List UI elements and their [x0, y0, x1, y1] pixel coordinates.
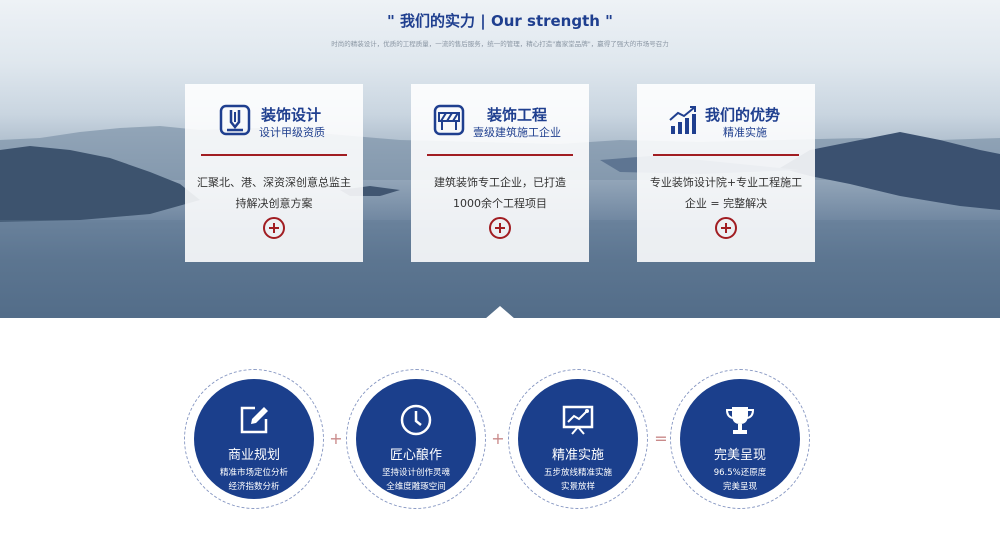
- step-title: 精准实施: [551, 448, 604, 463]
- card-header: 我们的优势 精准实施: [637, 104, 815, 144]
- step-title: 完美呈现: [713, 448, 766, 463]
- plus-circle-icon[interactable]: [489, 217, 511, 239]
- step-circle: 精准实施 五步放线精准实施 实景放样: [518, 379, 638, 499]
- card-text-line: 持解决创意方案: [235, 197, 313, 210]
- step-circle: 商业规划 精准市场定位分析 经济指数分析: [194, 379, 314, 499]
- step-line: 全维度雕琢空间: [386, 482, 446, 492]
- step-line: 完美呈现: [722, 482, 757, 492]
- step-craftsmanship[interactable]: 匠心酿作 坚持设计创作灵魂 全维度雕琢空间: [346, 369, 486, 509]
- equals-operator: =: [654, 429, 668, 448]
- bar-chart-trend-icon: [669, 106, 696, 134]
- engineering-card[interactable]: 装饰工程 壹级建筑施工企业 建筑装饰专工企业，已打造 1000余个工程项目: [411, 84, 589, 262]
- section-subtitle: 时尚的精装设计，优质的工程质量，一流的售后服务，统一的管理，精心打造"嘉家堂品牌…: [331, 40, 669, 48]
- plus-operator: +: [491, 429, 505, 448]
- hero-banner: " 我们的实力 | Our strength " 时尚的精装设计，优质的工程质量…: [0, 0, 1000, 318]
- step-line: 坚持设计创作灵魂: [381, 468, 450, 478]
- card-text-line: 建筑装饰专工企业，已打造: [434, 176, 566, 189]
- step-circle: 完美呈现 96.5%还原度 完美呈现: [680, 379, 800, 499]
- step-circle: 匠心酿作 坚持设计创作灵魂 全维度雕琢空间: [356, 379, 476, 499]
- advantage-card[interactable]: 我们的优势 精准实施 专业装饰设计院+专业工程施工 企业 = 完整解决: [637, 84, 815, 262]
- step-precise-implementation[interactable]: 精准实施 五步放线精准实施 实景放样: [508, 369, 648, 509]
- plus-operator: +: [329, 429, 343, 448]
- card-title: 装饰工程: [487, 106, 548, 124]
- card-header: 装饰工程 壹级建筑施工企业: [411, 104, 589, 144]
- step-line: 经济指数分析: [228, 482, 280, 492]
- pencil-download-icon: [219, 104, 251, 136]
- card-header: 装饰设计 设计甲级资质: [185, 104, 363, 144]
- step-title: 商业规划: [227, 448, 280, 463]
- card-text-line: 专业装饰设计院+专业工程施工: [649, 176, 803, 189]
- plus-circle-icon[interactable]: [263, 217, 285, 239]
- step-title: 匠心酿作: [389, 448, 442, 463]
- clock-icon: [400, 404, 432, 436]
- edit-icon: [240, 406, 268, 434]
- plus-circle-icon[interactable]: [715, 217, 737, 239]
- step-line: 实景放样: [560, 482, 595, 492]
- card-title: 我们的优势: [705, 106, 781, 124]
- step-perfect-presentation[interactable]: 完美呈现 96.5%还原度 完美呈现: [670, 369, 810, 509]
- construction-barrier-icon: [433, 104, 465, 136]
- divider: [201, 154, 347, 156]
- card-text-line: 企业 = 完整解决: [684, 197, 768, 210]
- card-title: 装饰设计: [261, 106, 322, 124]
- card-subtitle: 精准实施: [723, 126, 767, 139]
- step-line: 精准市场定位分析: [219, 468, 288, 478]
- card-text-line: 1000余个工程项目: [453, 197, 547, 210]
- step-line: 96.5%还原度: [713, 468, 767, 478]
- trophy-icon: [725, 407, 755, 434]
- divider: [653, 154, 799, 156]
- presentation-chart-icon: [562, 405, 594, 435]
- step-line: 五步放线精准实施: [543, 468, 612, 478]
- card-subtitle: 壹级建筑施工企业: [473, 126, 561, 139]
- section-notch: [485, 306, 515, 318]
- design-card[interactable]: 装饰设计 设计甲级资质 汇聚北、港、深资深创意总监主 持解决创意方案: [185, 84, 363, 262]
- card-description: 专业装饰设计院+专业工程施工 企业 = 完整解决: [647, 172, 805, 214]
- section-title: " 我们的实力 | Our strength ": [387, 12, 613, 30]
- card-description: 汇聚北、港、深资深创意总监主 持解决创意方案: [195, 172, 353, 214]
- divider: [427, 154, 573, 156]
- step-business-planning[interactable]: 商业规划 精准市场定位分析 经济指数分析: [184, 369, 324, 509]
- card-description: 建筑装饰专工企业，已打造 1000余个工程项目: [421, 172, 579, 214]
- card-subtitle: 设计甲级资质: [259, 126, 325, 139]
- card-text-line: 汇聚北、港、深资深创意总监主: [197, 176, 351, 189]
